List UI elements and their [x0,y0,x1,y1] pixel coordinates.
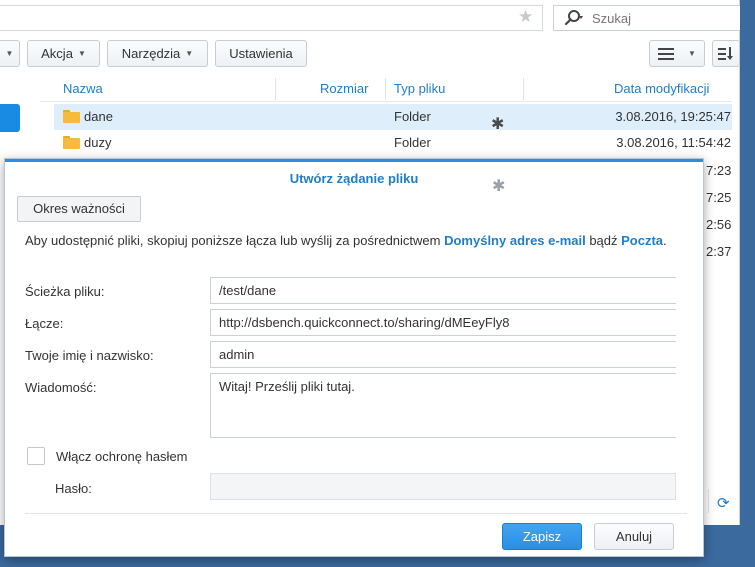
file-modified: 3.08.2016, 19:25:47 [615,109,731,124]
save-button[interactable]: Zapisz [502,523,582,550]
column-header-type[interactable]: Typ pliku [394,76,445,102]
dialog-accent-bar [5,159,703,162]
file-type: Folder [394,135,431,150]
status-divider [708,489,709,513]
description-text: . [663,233,667,248]
sort-button[interactable] [712,40,740,67]
column-header-name[interactable]: Nazwa [63,76,103,102]
sidebar-item-active[interactable] [0,104,20,132]
description-text: Aby udostępnić pliki, skopiuj poniższe ł… [25,233,445,248]
action-button[interactable]: Akcja ▼ [27,40,100,67]
cursor-busy-icon: ✱ [491,116,505,133]
message-field[interactable]: Witaj! Prześlij pliki tutaj. [210,373,676,438]
header-divider [40,101,732,102]
search-input[interactable] [592,11,732,26]
tab-expiration[interactable]: Okres ważności [17,196,141,222]
path-field[interactable]: /test/dane [210,277,676,304]
name-field[interactable]: admin [210,341,676,368]
tools-button[interactable]: Narzędzia ▼ [107,40,208,67]
search-icon [564,10,583,26]
column-header-size[interactable]: Rozmiar [320,76,368,102]
name-label: Twoje imię i nazwisko: [25,348,154,363]
partial-date: 2:37 [706,244,732,259]
password-protection-label[interactable]: Włącz ochronę hasłem [56,449,188,464]
settings-button-label: Ustawienia [229,46,293,61]
file-name: dane [84,109,113,124]
footer-divider [25,513,687,514]
cursor-busy-icon: ✱ [492,178,506,195]
action-button-label: Akcja [41,46,73,61]
folder-icon [63,110,80,123]
tools-button-label: Narzędzia [121,46,181,61]
settings-button[interactable]: Ustawienia [215,40,307,67]
column-separator [523,78,524,100]
star-icon[interactable]: ★ [518,7,533,27]
sort-icon [718,46,733,60]
table-row[interactable]: duzy Folder 3.08.2016, 11:54:42 [54,130,732,156]
file-modified: 3.08.2016, 11:54:42 [616,135,731,150]
link-field[interactable]: http://dsbench.quickconnect.to/sharing/d… [210,309,676,336]
dialog-title: Utwórz żądanie pliku [289,171,419,186]
partial-date: 2:56 [706,217,732,232]
desktop-background [740,0,755,567]
path-bar[interactable] [0,5,543,31]
chevron-down-icon: ▼ [688,49,696,58]
dialog-description: Aby udostępnić pliki, skopiuj poniższe ł… [25,231,675,251]
search-box[interactable] [553,5,743,31]
chevron-down-icon: ▼ [77,49,86,58]
password-protection-checkbox[interactable] [27,447,45,465]
column-separator [385,78,386,100]
password-label: Hasło: [55,481,92,496]
password-field[interactable] [210,473,676,500]
file-request-dialog: Utwórz żądanie pliku ✱ Okres ważności Ab… [4,158,704,557]
column-header-modified[interactable]: Data modyfikacji [614,76,709,102]
default-email-link[interactable]: Domyślny adres e-mail [444,233,586,248]
mail-link[interactable]: Poczta [621,233,663,248]
path-label: Ścieżka pliku: [25,284,105,299]
partial-date: 7:25 [706,190,732,205]
cancel-button[interactable]: Anuluj [594,523,674,550]
partial-date: 7:23 [706,163,732,178]
column-separator [275,78,276,100]
file-type: Folder [394,109,431,124]
refresh-icon[interactable]: ⟳ [717,494,730,512]
folder-icon [63,136,80,149]
view-mode-button[interactable]: ▼ [649,40,705,67]
file-name: duzy [84,135,112,150]
chevron-down-icon: ▼ [185,49,194,58]
message-label: Wiadomość: [25,380,97,395]
toolbar-button-partial[interactable]: ▼ [0,40,20,67]
link-label: Łącze: [25,316,64,331]
list-view-icon [658,47,675,60]
table-row[interactable]: dane Folder 3.08.2016, 19:25:47 [54,104,732,130]
description-text: bądź [585,233,622,248]
